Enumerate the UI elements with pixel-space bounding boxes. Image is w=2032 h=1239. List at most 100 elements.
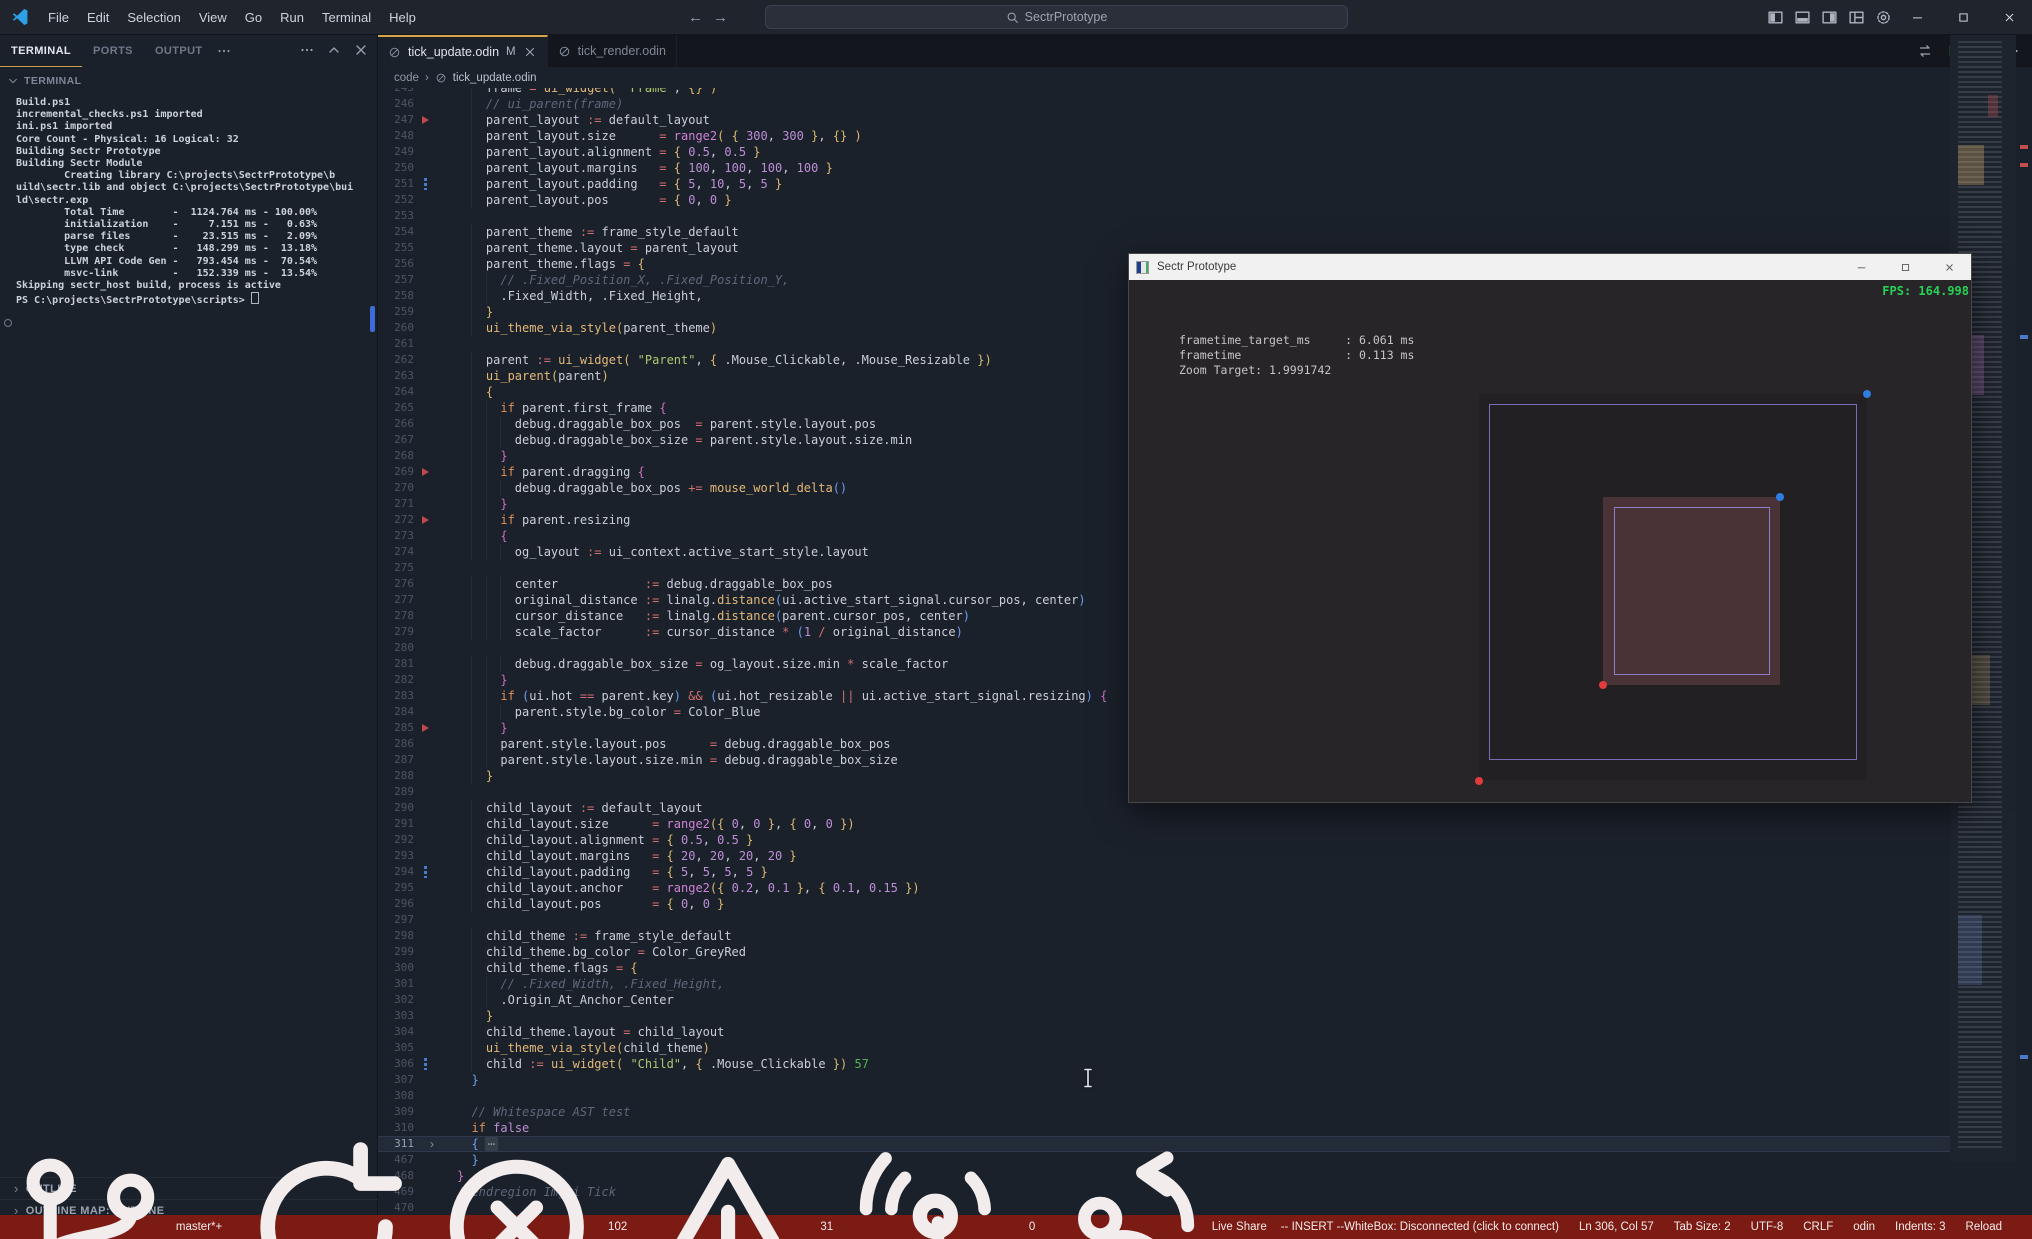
- sectr-maximize-button[interactable]: [1883, 254, 1927, 280]
- menu-go[interactable]: Go: [236, 0, 271, 35]
- code-line[interactable]: 294 child_layout.padding = { 5, 5, 5, 5 …: [378, 864, 1950, 880]
- code-line[interactable]: 291 child_layout.size = range2({ 0, 0 },…: [378, 816, 1950, 832]
- code-line[interactable]: 248 parent_layout.size = range2( { 300, …: [378, 128, 1950, 144]
- tab-tick_update.odin[interactable]: tick_update.odin M: [378, 35, 548, 67]
- status-item-indents-3[interactable]: Indents: 3: [1895, 1221, 1946, 1233]
- status-item-reload[interactable]: Reload: [1966, 1221, 2002, 1233]
- live-share-icon[interactable]: [1049, 1148, 1206, 1239]
- resize-handle[interactable]: [1776, 493, 1784, 501]
- status-item-odin[interactable]: odin: [1853, 1221, 1875, 1233]
- menu-terminal[interactable]: Terminal: [313, 0, 380, 35]
- code-line[interactable]: 301 // .Fixed_Width, .Fixed_Height,: [378, 976, 1950, 992]
- child-box-border[interactable]: [1614, 507, 1770, 675]
- sectr-prototype-window[interactable]: Sectr Prototype FPS: 164.998 frametime_t…: [1128, 253, 1972, 803]
- panel-bottom-icon[interactable]: [1794, 9, 1811, 26]
- status-item-102[interactable]: 102: [431, 1141, 627, 1239]
- more-icon[interactable]: [216, 43, 232, 59]
- panel-tab-output[interactable]: OUTPUT: [144, 36, 214, 66]
- code-line[interactable]: 304 child_theme.layout = child_layout: [378, 1024, 1950, 1040]
- status-item-crlf[interactable]: CRLF: [1803, 1221, 1833, 1233]
- resize-handle[interactable]: [1863, 390, 1871, 398]
- changes-icon[interactable]: [1917, 43, 1933, 59]
- close-button[interactable]: [1986, 0, 2032, 35]
- status-item-0[interactable]: 0: [847, 1139, 1035, 1239]
- tab-close-icon[interactable]: [523, 45, 537, 59]
- forward-arrow-icon[interactable]: →: [713, 9, 728, 26]
- tab-tick_render.odin[interactable]: tick_render.odin: [548, 35, 677, 67]
- status-item-whitebox-disconnected-click-to-connect[interactable]: WhiteBox: Disconnected (click to connect…: [1344, 1221, 1559, 1233]
- panel-tab-terminal[interactable]: TERMINAL: [0, 36, 83, 67]
- status-item-insert[interactable]: -- INSERT --: [1281, 1221, 1344, 1233]
- menu-help[interactable]: Help: [380, 0, 425, 35]
- odin-file-icon[interactable]: [558, 45, 571, 58]
- code-line[interactable]: 299 child_theme.bg_color = Color_GreyRed: [378, 944, 1950, 960]
- panel-left-icon[interactable]: [1767, 9, 1784, 26]
- code-line[interactable]: 303 }: [378, 1008, 1950, 1024]
- anchor-handle[interactable]: [1475, 777, 1483, 785]
- command-search-input[interactable]: SectrPrototype: [765, 5, 1348, 29]
- terminal-output[interactable]: Build.ps1 incremental_checks.ps1 imported…: [16, 97, 353, 307]
- code-line[interactable]: 297: [378, 912, 1950, 928]
- menu-run[interactable]: Run: [271, 0, 313, 35]
- code-line[interactable]: 247 parent_layout := default_layout: [378, 112, 1950, 128]
- code-line[interactable]: 300 child_theme.flags = {: [378, 960, 1950, 976]
- status-item[interactable]: [236, 1136, 417, 1239]
- code-line[interactable]: 302 .Origin_At_Anchor_Center: [378, 992, 1950, 1008]
- code-line[interactable]: 253: [378, 208, 1950, 224]
- code-line[interactable]: 309 // Whitespace AST test: [378, 1104, 1950, 1120]
- sectr-minimize-button[interactable]: [1839, 254, 1883, 280]
- status-item-31[interactable]: 31: [641, 1140, 833, 1239]
- broadcast-icon[interactable]: [847, 1139, 1024, 1239]
- code-line[interactable]: 298 child_theme := frame_style_default: [378, 928, 1950, 944]
- more-icon[interactable]: [299, 42, 315, 58]
- menu-file[interactable]: File: [39, 0, 78, 35]
- git-branch-icon[interactable]: [10, 1147, 171, 1239]
- code-line[interactable]: 252 parent_layout.pos = { 0, 0 }: [378, 192, 1950, 208]
- status-item-ln-306-col-57[interactable]: Ln 306, Col 57: [1579, 1221, 1654, 1233]
- gear-icon[interactable]: [1875, 9, 1892, 26]
- error-icon[interactable]: [431, 1141, 603, 1239]
- code-line[interactable]: 246 // ui_parent(frame): [378, 96, 1950, 112]
- breadcrumb-root[interactable]: code: [394, 72, 419, 84]
- layout-icon[interactable]: [1848, 9, 1865, 26]
- status-item-utf-8[interactable]: UTF-8: [1751, 1221, 1784, 1233]
- status-item-master[interactable]: master*+: [10, 1147, 222, 1239]
- breadcrumb[interactable]: code › tick_update.odin: [394, 67, 537, 88]
- status-item-tab-size-2[interactable]: Tab Size: 2: [1674, 1221, 1731, 1233]
- anchor-handle[interactable]: [1599, 681, 1607, 689]
- code-line[interactable]: 306 child := ui_widget( "Child", { .Mous…: [378, 1056, 1950, 1072]
- sectr-close-button[interactable]: [1927, 254, 1971, 280]
- code-line[interactable]: 310 if false: [378, 1120, 1950, 1136]
- code-line[interactable]: 295 child_layout.anchor = range2({ 0.2, …: [378, 880, 1950, 896]
- code-line[interactable]: 249 parent_layout.alignment = { 0.5, 0.5…: [378, 144, 1950, 160]
- menu-selection[interactable]: Selection: [118, 0, 189, 35]
- panel-tab-ports[interactable]: PORTS: [82, 36, 144, 66]
- code-line[interactable]: 250 parent_layout.margins = { 100, 100, …: [378, 160, 1950, 176]
- breadcrumb-file[interactable]: tick_update.odin: [453, 72, 537, 84]
- code-line[interactable]: 307 }: [378, 1072, 1950, 1088]
- close-icon[interactable]: [353, 42, 369, 58]
- warning-icon[interactable]: [641, 1140, 815, 1239]
- terminal-section-header[interactable]: TERMINAL: [8, 75, 81, 87]
- back-arrow-icon[interactable]: ←: [688, 9, 703, 26]
- code-line[interactable]: 245 frame = ui_widget( "Frame", {} ): [378, 88, 1950, 96]
- sectr-titlebar[interactable]: Sectr Prototype: [1129, 254, 1971, 280]
- sectr-viewport[interactable]: FPS: 164.998 frametime_target_ms : 6.061…: [1129, 280, 1971, 802]
- code-line[interactable]: 305 ui_theme_via_style(child_theme): [378, 1040, 1950, 1056]
- code-line[interactable]: 251 parent_layout.padding = { 5, 10, 5, …: [378, 176, 1950, 192]
- chevron-up-icon[interactable]: [326, 42, 342, 58]
- maximize-button[interactable]: [1940, 0, 1986, 35]
- menu-view[interactable]: View: [190, 0, 236, 35]
- code-line[interactable]: 296 child_layout.pos = { 0, 0 }: [378, 896, 1950, 912]
- code-line[interactable]: 308: [378, 1088, 1950, 1104]
- menu-edit[interactable]: Edit: [78, 0, 118, 35]
- code-line[interactable]: 254 parent_theme := frame_style_default: [378, 224, 1950, 240]
- terminal-scrollbar[interactable]: [370, 306, 375, 332]
- status-item-live-share[interactable]: Live Share: [1049, 1148, 1267, 1239]
- sync-icon[interactable]: [236, 1136, 417, 1239]
- odin-file-icon[interactable]: [388, 46, 401, 59]
- panel-right-icon[interactable]: [1821, 9, 1838, 26]
- code-line[interactable]: 292 child_layout.alignment = { 0.5, 0.5 …: [378, 832, 1950, 848]
- minimize-button[interactable]: [1894, 0, 1940, 35]
- code-line[interactable]: 293 child_layout.margins = { 20, 20, 20,…: [378, 848, 1950, 864]
